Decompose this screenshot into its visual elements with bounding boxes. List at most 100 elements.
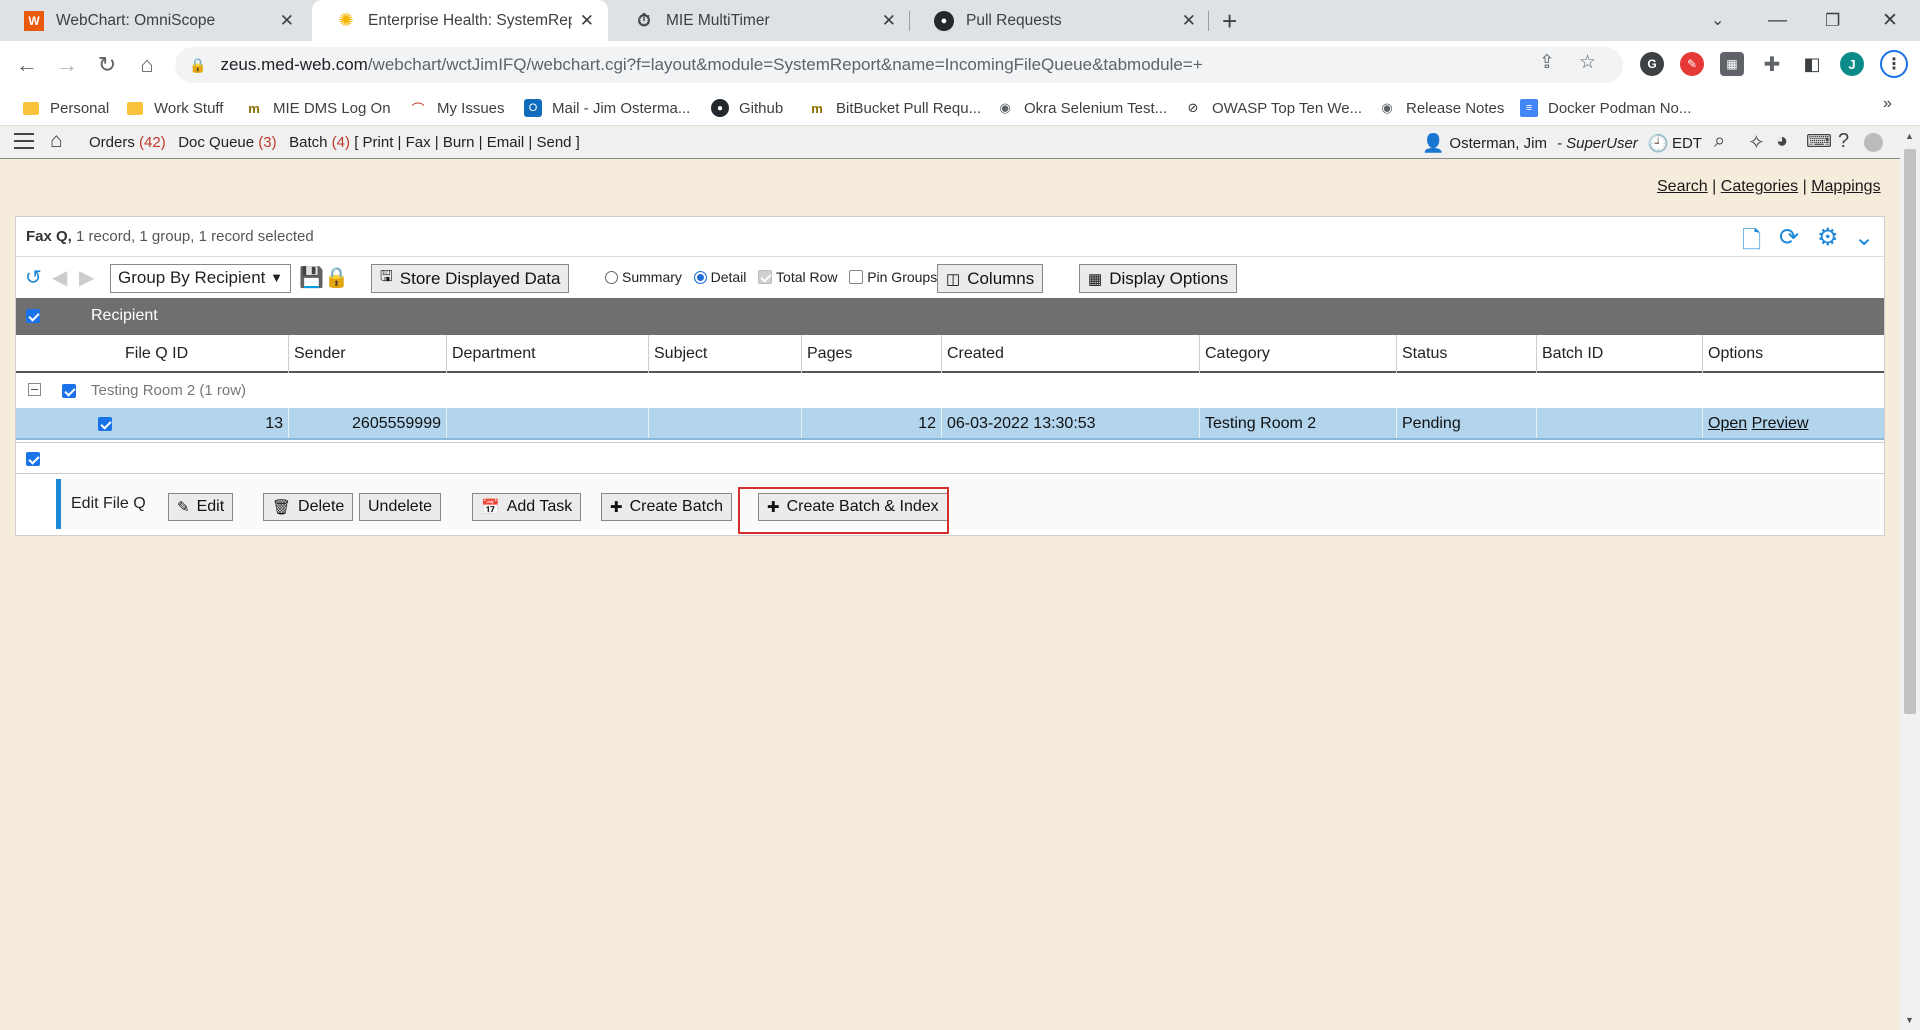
address-bar[interactable]: 🔒 zeus.med-web.com/webchart/wctJimIFQ/we…: [175, 47, 1623, 83]
close-window-icon[interactable]: ✕: [1882, 6, 1898, 36]
share-icon[interactable]: ⇪: [1539, 51, 1555, 74]
close-icon[interactable]: ✕: [280, 11, 294, 31]
home-icon[interactable]: ⌂: [132, 50, 162, 80]
scroll-up-icon[interactable]: ▲: [1905, 131, 1914, 141]
col-category[interactable]: Category: [1200, 335, 1397, 373]
home-icon[interactable]: ⌂: [50, 129, 63, 153]
columns-button[interactable]: ◫ Columns: [937, 264, 1044, 293]
detail-radio[interactable]: [693, 270, 707, 284]
scroll-down-icon[interactable]: ▼: [1905, 1015, 1914, 1025]
collapse-group-icon[interactable]: [28, 383, 41, 396]
col-status[interactable]: Status: [1397, 335, 1537, 373]
bookmark-mie-dms[interactable]: m MIE DMS Log On: [245, 96, 390, 120]
col-sender[interactable]: Sender: [289, 335, 447, 373]
help-icon[interactable]: ?: [1838, 130, 1849, 153]
store-displayed-data-button[interactable]: 🖫 Store Displayed Data: [371, 264, 570, 293]
row-checkbox[interactable]: [98, 417, 112, 431]
bookmark-star-icon[interactable]: ☆: [1579, 51, 1596, 74]
bookmark-okra[interactable]: ◉ Okra Selenium Test...: [996, 96, 1167, 120]
minimize-icon[interactable]: —: [1768, 6, 1787, 36]
footer-checkbox[interactable]: [26, 452, 40, 466]
reload-icon[interactable]: ↻: [92, 50, 122, 80]
total-row-checkbox[interactable]: [758, 270, 773, 284]
close-icon[interactable]: ✕: [580, 11, 594, 31]
menu-batch[interactable]: Batch (4): [289, 134, 350, 151]
col-created[interactable]: Created: [942, 335, 1200, 373]
status-dot-icon[interactable]: [1864, 133, 1883, 152]
back-icon[interactable]: ←: [12, 50, 42, 80]
delete-button[interactable]: 🗑 Delete: [263, 493, 354, 521]
extensions-puzzle-icon[interactable]: ✚: [1760, 52, 1784, 76]
bookmark-my-issues[interactable]: ⌒ My Issues: [409, 96, 504, 120]
refresh-icon[interactable]: ⟳: [1779, 223, 1799, 252]
col-subject[interactable]: Subject: [649, 335, 802, 373]
bookmark-release-notes[interactable]: ◉ Release Notes: [1378, 96, 1504, 120]
extension-red-icon[interactable]: ✎: [1680, 52, 1704, 76]
col-file-q-id[interactable]: File Q ID: [16, 335, 289, 373]
save-icon[interactable]: 💾: [299, 265, 324, 290]
tab-search-icon[interactable]: ⌄: [1711, 6, 1724, 36]
table-row[interactable]: 13 2605559999 12 06-03-2022 13:30:53 Tes…: [16, 408, 1884, 440]
search-icon[interactable]: ⌕: [1714, 130, 1725, 153]
lock-icon[interactable]: 🔒: [189, 57, 206, 74]
search-link[interactable]: Search: [1657, 178, 1708, 195]
side-panel-icon[interactable]: ◧: [1800, 52, 1824, 76]
preview-link[interactable]: Preview: [1752, 415, 1809, 432]
tab-enterprise-health[interactable]: ✺ Enterprise Health: SystemReport ✕: [312, 0, 608, 41]
tab-webchart-omniscope[interactable]: W WebChart: OmniScope ✕: [0, 0, 308, 41]
mappings-link[interactable]: Mappings: [1811, 178, 1880, 195]
new-tab-button[interactable]: +: [1222, 6, 1237, 36]
create-batch-button[interactable]: ✚ Create Batch: [601, 493, 732, 521]
bookmark-owasp[interactable]: ⊘ OWASP Top Ten We...: [1184, 96, 1363, 120]
display-options-button[interactable]: ▦ Display Options: [1079, 264, 1238, 293]
user-name[interactable]: Osterman, Jim: [1449, 135, 1547, 152]
menu-orders[interactable]: Orders (42): [89, 134, 166, 151]
col-options[interactable]: Options: [1703, 335, 1884, 373]
extension-grammarly-icon[interactable]: G: [1640, 52, 1664, 76]
add-task-button[interactable]: 📅 Add Task: [472, 493, 582, 521]
scrollbar-thumb[interactable]: [1904, 149, 1916, 714]
summary-radio[interactable]: [605, 270, 618, 284]
open-link[interactable]: Open: [1708, 415, 1747, 432]
extension-grid-icon[interactable]: ▦: [1720, 52, 1744, 76]
bookmark-work-stuff[interactable]: Work Stuff: [126, 96, 223, 120]
settings-gear-icon[interactable]: ⚙: [1817, 223, 1839, 252]
lock-icon[interactable]: 🔒: [324, 265, 349, 290]
bookmark-docker-podman[interactable]: ≡ Docker Podman No...: [1520, 96, 1691, 120]
bookmark-personal[interactable]: Personal: [22, 96, 109, 120]
col-department[interactable]: Department: [447, 335, 649, 373]
categories-link[interactable]: Categories: [1721, 178, 1798, 195]
undo-icon[interactable]: ↺: [25, 265, 42, 290]
bookmark-mail[interactable]: O Mail - Jim Osterma...: [524, 96, 690, 120]
tab-pull-requests[interactable]: ● Pull Requests ✕: [910, 0, 1210, 41]
group-by-select[interactable]: Group By Recipient ▼: [110, 264, 291, 293]
tab-mie-multitimer[interactable]: ⏱ MIE MultiTimer ✕: [610, 0, 910, 41]
group-checkbox[interactable]: [62, 384, 76, 398]
pin-groups-checkbox[interactable]: [849, 270, 864, 284]
chevron-down-icon[interactable]: ⌄: [1854, 223, 1874, 252]
forward-icon[interactable]: →: [52, 50, 82, 80]
batch-actions[interactable]: [ Print | Fax | Burn | Email | Send ]: [354, 134, 580, 151]
bookmarks-more[interactable]: »: [1883, 95, 1892, 113]
globe-icon[interactable]: ◕: [1776, 130, 1788, 153]
bookmark-github[interactable]: ● Github: [711, 96, 783, 120]
edit-button[interactable]: ✎ Edit: [168, 493, 234, 521]
group-header-label[interactable]: Recipient: [91, 307, 158, 325]
keyboard-icon[interactable]: ⌨: [1806, 131, 1832, 152]
page-scrollbar[interactable]: ▲ ▼: [1900, 127, 1920, 1030]
magic-wand-icon[interactable]: ✧: [1748, 130, 1765, 155]
close-icon[interactable]: ✕: [882, 11, 896, 31]
menu-doc-queue[interactable]: Doc Queue (3): [178, 134, 276, 151]
close-icon[interactable]: ✕: [1182, 11, 1196, 31]
timezone[interactable]: EDT: [1672, 135, 1702, 152]
col-pages[interactable]: Pages: [802, 335, 942, 373]
chrome-menu-icon[interactable]: ⋮: [1880, 50, 1908, 78]
bookmark-bitbucket[interactable]: m BitBucket Pull Requ...: [808, 96, 981, 120]
col-batch-id[interactable]: Batch ID: [1537, 335, 1703, 373]
forward-circle-icon[interactable]: ▶: [79, 265, 94, 290]
restore-icon[interactable]: ❐: [1825, 6, 1840, 36]
profile-avatar[interactable]: J: [1840, 52, 1864, 76]
select-all-checkbox[interactable]: [26, 309, 40, 323]
undelete-button[interactable]: Undelete: [359, 493, 442, 521]
hamburger-menu-icon[interactable]: [14, 133, 34, 149]
